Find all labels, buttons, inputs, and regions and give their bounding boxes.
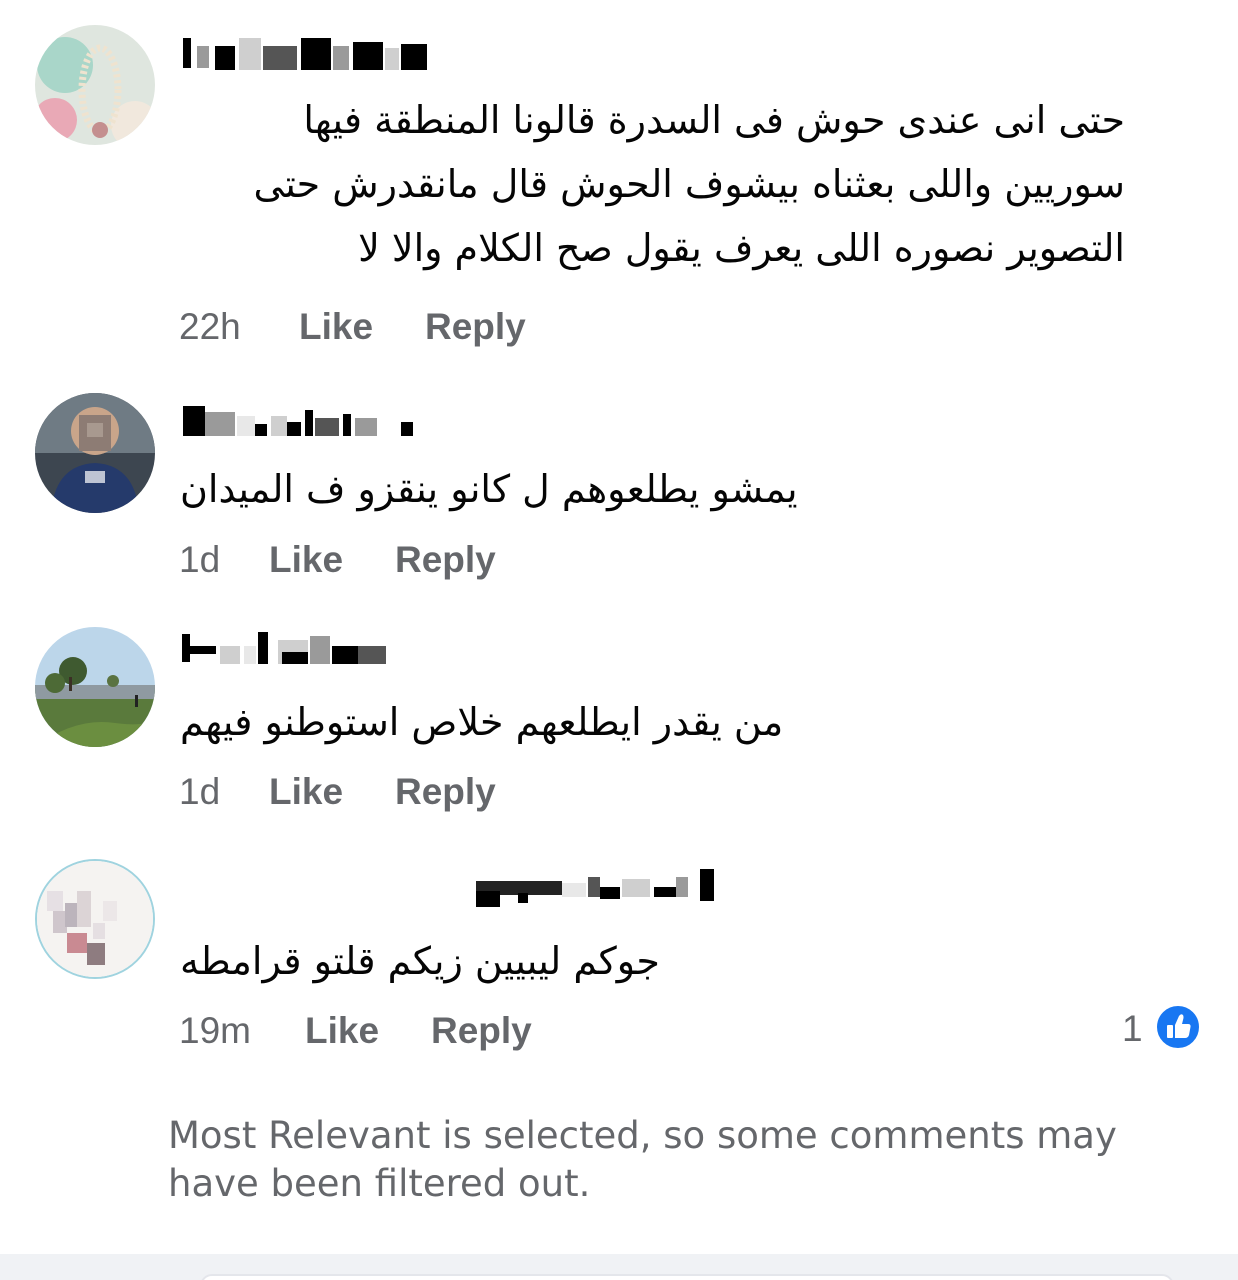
author-name-redacted[interactable] xyxy=(183,406,418,440)
author-name-redacted[interactable] xyxy=(183,38,428,72)
comment-timestamp[interactable]: 1d xyxy=(179,538,220,582)
comments-page: حتى انى عندى حوش فى السدرة قالونا المنطق… xyxy=(0,0,1238,1280)
avatar-image xyxy=(35,393,155,513)
filter-notice: Most Relevant is selected, so some comme… xyxy=(168,1114,1117,1205)
comment-item: يمشو يطلعوهم ل كانو ينقزو ف الميدان 1d L… xyxy=(0,380,1238,600)
avatar[interactable] xyxy=(35,25,155,145)
comment-text: جوكم ليبيين زيكم قلتو قرامطه xyxy=(180,939,660,983)
avatar[interactable] xyxy=(35,859,155,979)
thumbs-up-icon xyxy=(1154,1003,1202,1051)
reply-button[interactable]: Reply xyxy=(395,538,496,582)
reply-button[interactable]: Reply xyxy=(395,770,496,814)
reaction-count: 1 xyxy=(1122,1008,1143,1049)
reaction-summary[interactable]: 1 xyxy=(1118,1003,1208,1055)
comment-text: يمشو يطلعوهم ل كانو ينقزو ف الميدان xyxy=(180,467,798,511)
comment-item: حتى انى عندى حوش فى السدرة قالونا المنطق… xyxy=(0,0,1238,370)
author-name-redacted[interactable] xyxy=(476,869,716,907)
like-button[interactable]: Like xyxy=(269,538,343,582)
avatar[interactable] xyxy=(35,627,155,747)
comment-text: من يقدر ايطلعهم خلاص استوطنو فيهم xyxy=(180,700,784,744)
comment-actions: 1d Like Reply xyxy=(179,770,539,814)
comment-actions: 22h Like Reply xyxy=(179,305,579,349)
comment-item: جوكم ليبيين زيكم قلتو قرامطه 19m Like Re… xyxy=(0,845,1238,1065)
avatar[interactable] xyxy=(35,393,155,513)
comment-timestamp[interactable]: 22h xyxy=(179,305,241,349)
comment-composer-input[interactable] xyxy=(200,1274,1174,1280)
reply-button[interactable]: Reply xyxy=(431,1009,532,1053)
comment-text: حتى انى عندى حوش فى السدرة قالونا المنطق… xyxy=(253,98,1125,270)
avatar-image xyxy=(37,861,153,977)
comment-actions: 19m Like Reply xyxy=(179,1009,559,1053)
author-name-redacted[interactable] xyxy=(182,632,387,666)
avatar-image xyxy=(35,25,155,145)
comment-timestamp[interactable]: 19m xyxy=(179,1009,251,1053)
comment-timestamp[interactable]: 1d xyxy=(179,770,220,814)
avatar-image xyxy=(35,627,155,747)
comment-item: من يقدر ايطلعهم خلاص استوطنو فيهم 1d Lik… xyxy=(0,612,1238,832)
like-button[interactable]: Like xyxy=(269,770,343,814)
like-button[interactable]: Like xyxy=(305,1009,379,1053)
comment-actions: 1d Like Reply xyxy=(179,538,539,582)
like-button[interactable]: Like xyxy=(299,305,373,349)
reply-button[interactable]: Reply xyxy=(425,305,526,349)
